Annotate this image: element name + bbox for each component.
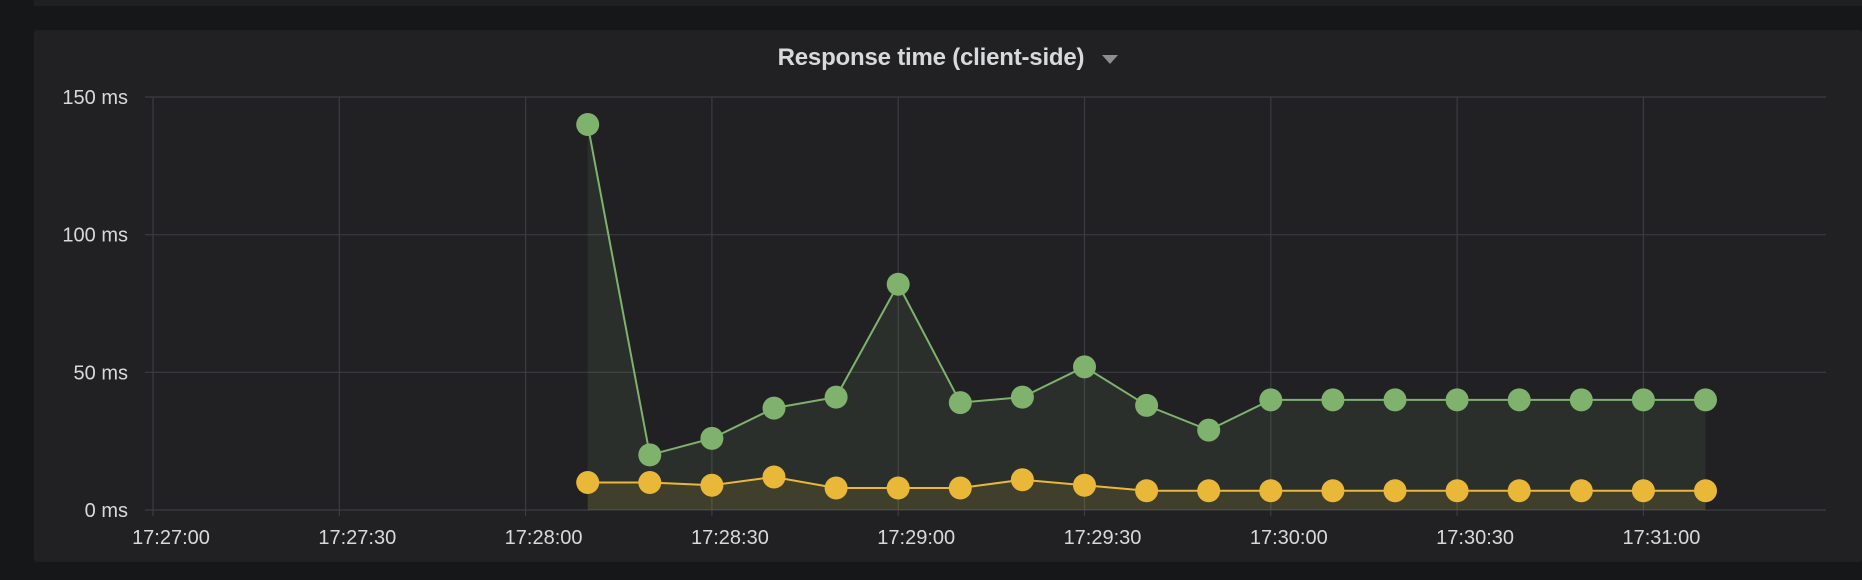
data-point-series-1[interactable] — [1383, 388, 1407, 412]
data-point-series-2[interactable] — [1569, 479, 1593, 503]
data-point-series-1[interactable] — [1010, 385, 1034, 409]
data-point-series-1[interactable] — [1507, 388, 1531, 412]
data-point-series-1[interactable] — [638, 443, 662, 467]
data-point-series-2[interactable] — [1507, 479, 1531, 503]
data-point-series-2[interactable] — [948, 476, 972, 500]
x-tick-label: 17:31:00 — [1622, 527, 1700, 549]
data-point-series-2[interactable] — [1383, 479, 1407, 503]
data-point-series-2[interactable] — [1445, 479, 1469, 503]
x-tick-label: 17:27:00 — [132, 527, 210, 549]
data-point-series-1[interactable] — [1073, 355, 1096, 379]
response-time-chart: 0 ms50 ms100 ms150 ms 17:27:00 17:27:30 17… — [62, 87, 1826, 549]
data-point-series-2[interactable] — [762, 465, 786, 489]
data-point-series-2[interactable] — [1010, 468, 1034, 492]
data-point-series-1[interactable] — [1259, 388, 1283, 412]
data-point-series-1[interactable] — [1569, 388, 1593, 412]
data-point-series-1[interactable] — [576, 113, 600, 137]
data-point-series-1[interactable] — [1694, 388, 1717, 412]
data-point-series-1[interactable] — [886, 272, 910, 296]
data-point-series-2[interactable] — [638, 470, 662, 494]
series-areas — [587, 124, 1706, 511]
y-tick-label: 0 ms — [85, 500, 128, 522]
data-point-series-1[interactable] — [948, 391, 972, 415]
data-point-series-2[interactable] — [700, 473, 724, 497]
y-axis: 0 ms 50 ms 100 ms 150 ms — [62, 87, 128, 522]
data-point-series-1[interactable] — [1445, 388, 1469, 412]
data-point-series-1[interactable] — [762, 396, 786, 420]
x-tick-label: 17:28:00 — [505, 527, 583, 549]
data-point-series-2[interactable] — [1197, 479, 1221, 503]
data-point-series-1[interactable] — [1321, 388, 1345, 412]
x-tick-label: 17:28:30 — [691, 527, 769, 549]
x-tick-label: 17:29:00 — [877, 527, 955, 549]
x-tick-label: 17:27:30 — [318, 527, 396, 549]
data-point-series-2[interactable] — [1135, 479, 1159, 503]
x-tick-label: 17:30:00 — [1250, 527, 1328, 549]
series-area-1 — [587, 124, 1706, 511]
x-tick-label: 17:29:30 — [1064, 527, 1142, 549]
data-point-series-1[interactable] — [824, 385, 848, 409]
data-point-series-1[interactable] — [700, 426, 724, 450]
data-point-series-2[interactable] — [1259, 479, 1283, 503]
data-point-series-1[interactable] — [1135, 393, 1159, 417]
y-tick-label: 150 ms — [62, 87, 128, 109]
data-point-series-2[interactable] — [576, 470, 600, 494]
x-tick-label: 17:30:30 — [1436, 527, 1514, 549]
data-point-series-1[interactable] — [1631, 388, 1655, 412]
data-point-series-1[interactable] — [1197, 418, 1221, 442]
data-point-series-2[interactable] — [1073, 473, 1096, 497]
data-point-series-2[interactable] — [1321, 479, 1345, 503]
data-point-series-2[interactable] — [1694, 479, 1717, 503]
data-point-series-2[interactable] — [824, 476, 848, 500]
data-point-series-2[interactable] — [886, 476, 910, 500]
y-tick-label: 100 ms — [62, 225, 128, 247]
data-point-series-2[interactable] — [1631, 479, 1655, 503]
y-tick-label: 50 ms — [74, 362, 128, 384]
x-axis: 17:27:00 17:27:30 17:28:00 17:28:30 17:29:00… — [132, 527, 1700, 549]
